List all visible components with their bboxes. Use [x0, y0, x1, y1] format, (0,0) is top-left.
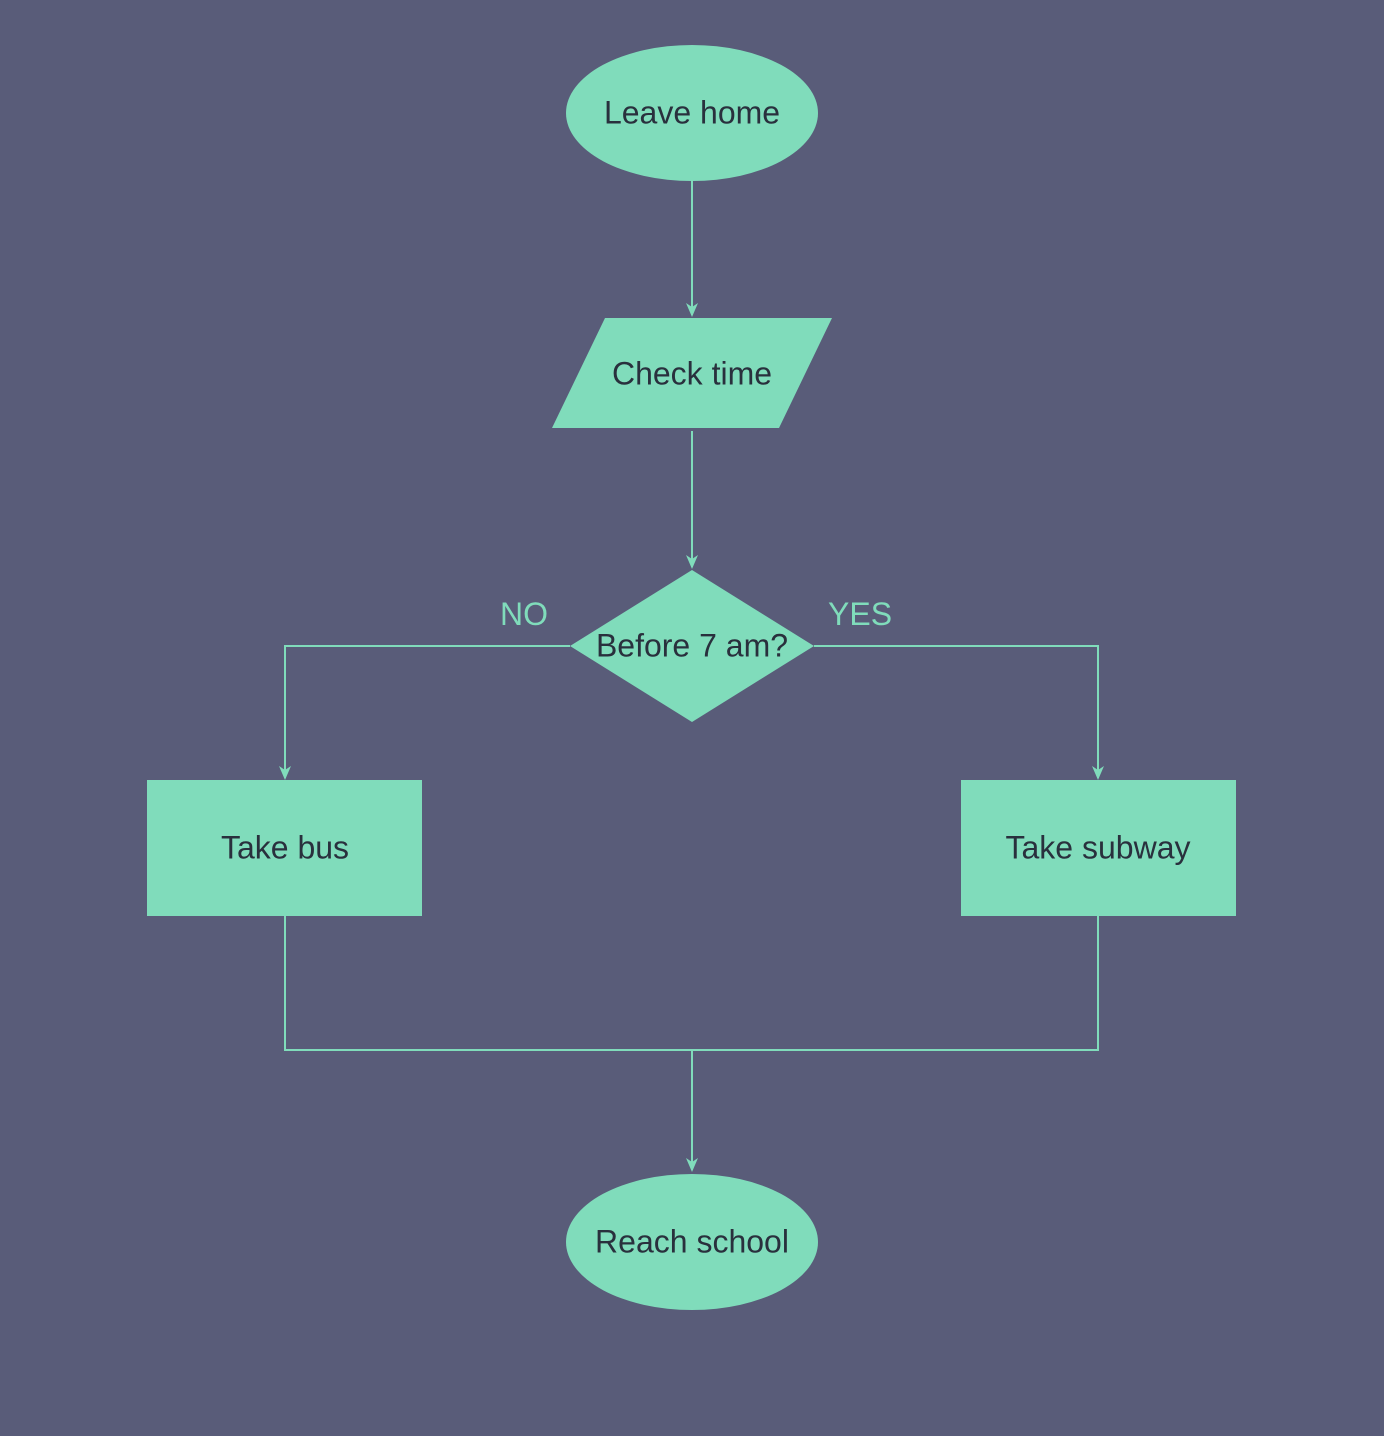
decision-yes-label: YES — [828, 596, 892, 632]
node-check-time-label: Check time — [612, 355, 772, 391]
node-decision: Before 7 am? — [570, 570, 814, 722]
node-take-subway-label: Take subway — [1006, 829, 1191, 865]
node-start: Leave home — [566, 45, 818, 181]
edge-subway-to-merge — [692, 916, 1098, 1050]
node-start-label: Leave home — [604, 94, 780, 130]
edge-decision-yes — [814, 646, 1098, 778]
node-take-bus-label: Take bus — [221, 829, 349, 865]
node-end-label: Reach school — [595, 1223, 789, 1259]
flowchart-canvas: NO YES Leave home Check time Before 7 am… — [0, 0, 1384, 1436]
node-take-bus: Take bus — [147, 780, 422, 916]
node-decision-label: Before 7 am? — [596, 627, 788, 663]
decision-no-label: NO — [500, 596, 548, 632]
edge-bus-to-merge — [285, 916, 692, 1050]
node-take-subway: Take subway — [961, 780, 1236, 916]
node-end: Reach school — [566, 1174, 818, 1310]
edge-decision-no — [285, 646, 570, 778]
node-check-time: Check time — [552, 318, 832, 428]
